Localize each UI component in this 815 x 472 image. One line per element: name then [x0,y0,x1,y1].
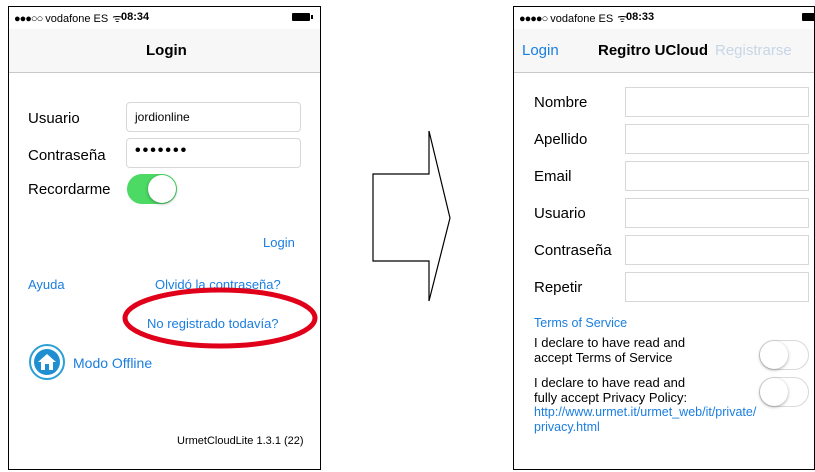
battery-icon [802,13,814,21]
accept-terms-toggle[interactable] [759,340,809,370]
remember-toggle[interactable] [127,174,177,204]
back-login-button[interactable]: Login [522,42,559,59]
signal-dots-icon: ●●●○○ [14,13,43,25]
carrier-name: vodafone ES [45,13,109,25]
register-button[interactable]: Registrarse [715,42,792,59]
carrier-info: ●●●○○ vodafone ES ᯤ [14,11,126,26]
declare-privacy-line2: fully accept Privacy Policy: [534,390,688,405]
carrier-name: vodafone ES [550,13,614,25]
accept-privacy-toggle[interactable] [759,377,809,407]
login-button[interactable]: Login [263,235,295,250]
status-bar: ●●●●○ vodafone ES ᯤ 08:33 [514,7,814,29]
toggle-knob [760,378,788,406]
nav-bar: Login [9,29,320,73]
login-screen: ●●●○○ vodafone ES ᯤ 08:34 Login Usuario jo… [8,6,321,470]
apellido-input[interactable] [625,124,809,154]
home-icon[interactable] [29,344,65,380]
nav-bar: Login Regitro UCloud Registrarse [514,29,814,73]
remember-label: Recordarme [28,181,111,198]
terms-of-service-link[interactable]: Terms of Service [534,316,627,330]
field-label-nombre: Nombre [534,94,588,111]
password-label: Contraseña [28,147,106,164]
declare-terms-line1: I declare to have read and [534,335,686,350]
house-icon [38,354,56,370]
contrasena-input[interactable] [625,235,809,265]
declare-terms-line2: accept Terms of Service [534,350,673,365]
registration-screen: ●●●●○ vodafone ES ᯤ 08:33 Login Regitro UC… [513,6,815,470]
username-label: Usuario [28,110,80,127]
toggle-knob [760,341,788,369]
nombre-input[interactable] [625,87,809,117]
battery-icon [292,13,313,21]
field-label-email: Email [534,168,572,185]
declare-privacy-line1: I declare to have read and [534,375,686,390]
field-label-contrasena: Contraseña [534,242,612,259]
page-title: Regitro UCloud [598,42,708,59]
status-time: 08:34 [121,11,150,23]
status-time: 08:33 [626,11,655,23]
highlight-ellipse [122,287,318,349]
privacy-url-link[interactable]: http://www.urmet.it/urmet_web/it/private… [534,405,756,420]
help-link[interactable]: Ayuda [28,277,65,292]
password-input[interactable]: ••••••• [126,138,301,168]
field-label-apellido: Apellido [534,131,588,148]
field-label-repetir: Repetir [534,279,583,296]
username-input[interactable]: jordionline [126,102,301,132]
arrow-right-icon [372,130,451,302]
carrier-info: ●●●●○ vodafone ES ᯤ [519,11,631,26]
status-bar: ●●●○○ vodafone ES ᯤ 08:34 [9,7,320,29]
repetir-input[interactable] [625,272,809,302]
privacy-url-link-continued[interactable]: privacy.html [534,420,600,435]
home-icon-circle [34,349,60,375]
offline-mode-link[interactable]: Modo Offline [73,355,152,371]
email-input[interactable] [625,161,809,191]
toggle-knob [148,175,176,203]
usuario-input[interactable] [625,198,809,228]
signal-dots-icon: ●●●●○ [519,13,548,25]
field-label-usuario: Usuario [534,205,586,222]
page-title: Login [146,42,187,59]
version-label: UrmetCloudLite 1.3.1 (22) [177,435,304,447]
